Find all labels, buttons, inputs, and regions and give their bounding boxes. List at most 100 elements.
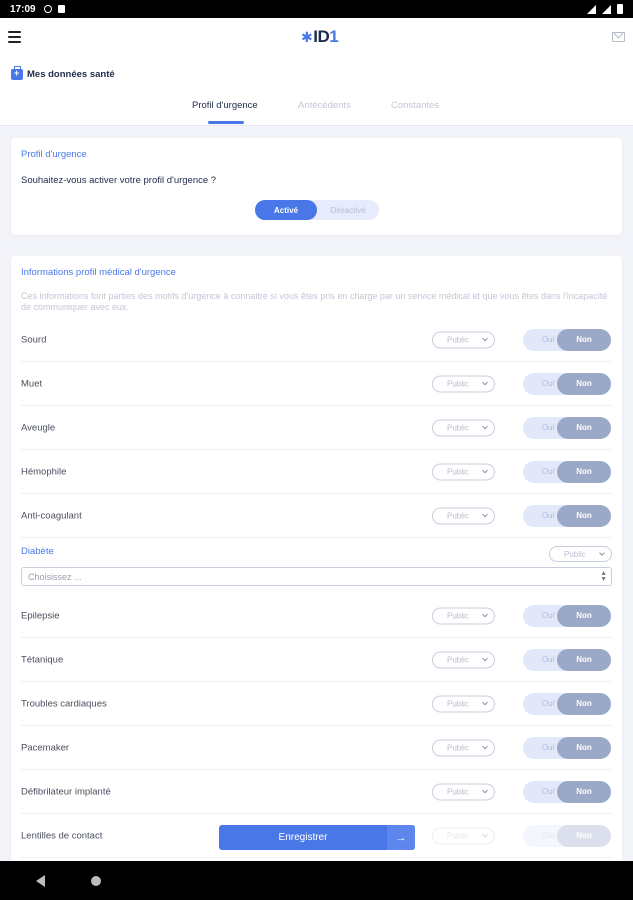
medical-kit-icon [11,66,23,80]
toggle-no[interactable]: Non [557,736,611,759]
visibility-value: Public [447,423,469,432]
emergency-profile-title: Profil d'urgence [21,149,87,160]
tab-emergency-profile[interactable]: Profil d'urgence [192,100,258,111]
condition-label: Epilepsie [21,610,60,621]
medical-info-card: Informations profil médical d'urgence Ce… [11,256,622,866]
chevron-down-icon [482,423,488,429]
visibility-select[interactable]: Public [432,783,495,800]
switch-activated[interactable]: Activé [255,200,317,220]
condition-label: Hémophile [21,466,67,477]
home-icon[interactable] [91,876,101,886]
condition-label: Muet [21,378,43,389]
toggle-no[interactable]: Non [557,824,611,847]
logo-star-icon: ✱ [301,28,313,45]
chevron-down-icon [482,831,488,837]
visibility-select[interactable]: Public [432,739,495,756]
visibility-select[interactable]: Public [432,607,495,624]
condition-label: Lentilles de contact [21,830,103,841]
toggle-no[interactable]: Non [557,460,611,483]
condition-row: Hémophile Public Oui Non [21,450,612,494]
sim-status-icon [57,5,65,13]
status-bar: 17:09 [0,0,633,18]
save-button[interactable]: Enregistrer → [219,825,415,850]
condition-label: Troubles cardiaques [21,698,107,709]
visibility-select[interactable]: Public [432,331,495,348]
menu-icon[interactable] [8,31,21,43]
chevron-down-icon [482,655,488,661]
chevron-down-icon [482,379,488,385]
yes-no-toggle[interactable]: Oui Non [523,460,611,483]
toggle-no[interactable]: Non [557,604,611,627]
activation-switch[interactable]: Activé Désactivé [255,200,379,220]
toggle-no[interactable]: Non [557,416,611,439]
condition-label: Tétanique [21,654,64,665]
visibility-select[interactable]: Public [432,827,495,844]
signal-icon [602,4,611,14]
yes-no-toggle[interactable]: Oui Non [523,328,611,351]
visibility-value: Public [447,655,469,664]
condition-row: Epilepsie Public Oui Non [21,594,612,638]
visibility-select[interactable]: Public [432,463,495,480]
yes-no-toggle[interactable]: Oui Non [523,824,611,847]
yes-no-toggle[interactable]: Oui Non [523,648,611,671]
tab-vitals[interactable]: Constantes [391,100,439,111]
visibility-select[interactable]: Public [432,695,495,712]
visibility-select[interactable]: Public [432,651,495,668]
app-bar: ✱ ID 1 [0,18,633,60]
visibility-value: Public [447,699,469,708]
medical-info-title: Informations profil médical d'urgence [21,267,176,278]
visibility-select[interactable]: Public [432,375,495,392]
toggle-no[interactable]: Non [557,648,611,671]
chevron-down-icon [482,743,488,749]
toggle-no[interactable]: Non [557,780,611,803]
visibility-value: Public [447,743,469,752]
yes-no-toggle[interactable]: Oui Non [523,736,611,759]
wifi-icon [587,4,596,14]
condition-label: Sourd [21,334,47,345]
yes-no-toggle[interactable]: Oui Non [523,416,611,439]
visibility-value: Public [447,831,469,840]
visibility-value: Public [564,549,586,559]
chevron-down-icon [482,611,488,617]
medical-info-description: Ces informations font parties des motifs… [21,291,608,312]
page-header: Mes données santé Profil d'urgence Antéc… [0,60,633,126]
condition-row: Pacemaker Public Oui Non [21,726,612,770]
mail-icon[interactable] [612,32,625,42]
condition-label: Défibrilateur implanté [21,786,111,797]
back-icon[interactable] [36,875,45,887]
visibility-value: Public [447,787,469,796]
yes-no-toggle[interactable]: Oui Non [523,372,611,395]
toggle-no[interactable]: Non [557,328,611,351]
emergency-profile-card: Profil d'urgence Souhaitez-vous activer … [11,138,622,235]
chevron-down-icon [482,511,488,517]
condition-row: Aveugle Public Oui Non [21,406,612,450]
chevron-down-icon [482,335,488,341]
visibility-value: Public [447,611,469,620]
visibility-select[interactable]: Public [432,507,495,524]
section-title: Mes données santé [11,66,115,80]
visibility-select[interactable]: Public [432,419,495,436]
toggle-no[interactable]: Non [557,692,611,715]
yes-no-toggle[interactable]: Oui Non [523,780,611,803]
yes-no-toggle[interactable]: Oui Non [523,692,611,715]
condition-label: Anti-coagulant [21,510,82,521]
activation-question: Souhaitez-vous activer votre profil d'ur… [21,175,217,186]
settings-status-icon [43,5,52,13]
chevron-down-icon [482,699,488,705]
yes-no-toggle[interactable]: Oui Non [523,604,611,627]
yes-no-toggle[interactable]: Oui Non [523,504,611,527]
tab-history[interactable]: Antécédents [298,100,351,111]
logo-text: ID [313,27,330,46]
diabetes-visibility-select[interactable]: Public [549,546,612,562]
condition-label: Aveugle [21,422,56,433]
switch-deactivated[interactable]: Désactivé [317,200,379,220]
condition-label: Pacemaker [21,742,70,753]
status-time: 17:09 [10,3,36,15]
diabetes-label: Diabète [21,546,54,557]
chevron-down-icon [482,787,488,793]
toggle-no[interactable]: Non [557,504,611,527]
diabetes-type-select[interactable]: Choisissez ... ▲ ▼ [21,567,612,586]
select-arrows-icon: ▲ ▼ [600,570,607,583]
toggle-no[interactable]: Non [557,372,611,395]
condition-row: Tétanique Public Oui Non [21,638,612,682]
